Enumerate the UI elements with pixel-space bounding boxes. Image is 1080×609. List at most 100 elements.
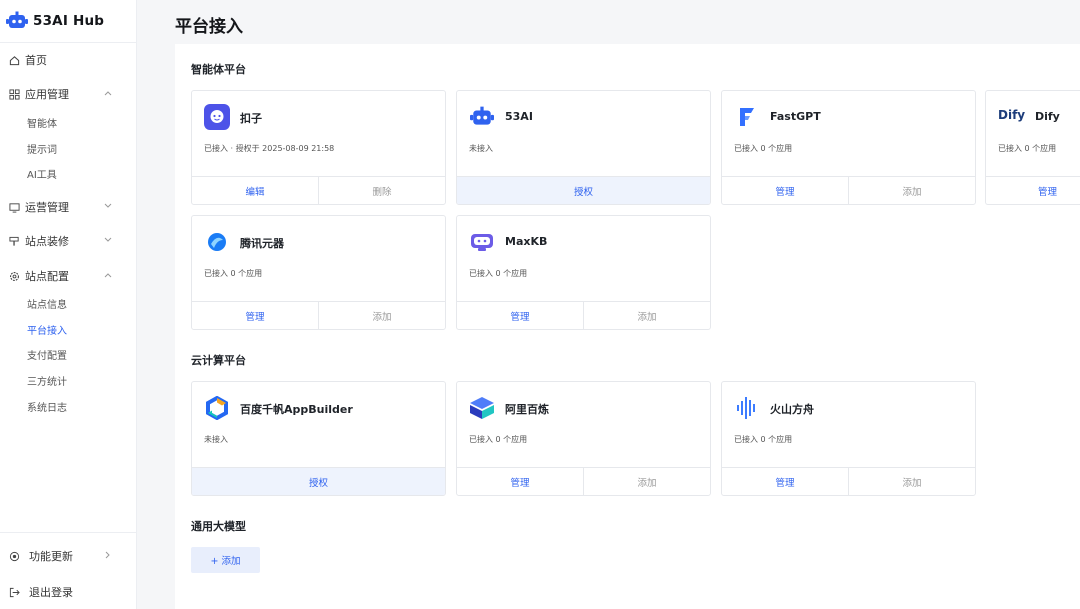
brush-icon	[8, 235, 20, 247]
card-actions: 管理 添加	[457, 301, 710, 329]
nav-sub-payment[interactable]: 支付配置	[27, 348, 67, 366]
platform-status: 已接入 0 个应用	[469, 435, 528, 444]
main-area: 平台接入 智能体平台 扣子 已接入 · 授权于 2025-08-09 21:58…	[137, 0, 1080, 609]
platform-status: 已接入 0 个应用	[734, 144, 793, 153]
grid-icon	[8, 88, 20, 100]
chevron-down-icon	[103, 235, 113, 245]
card-actions: 管理 添加	[192, 301, 445, 329]
monitor-icon	[8, 201, 20, 213]
nav-sub-agent[interactable]: 智能体	[27, 116, 57, 134]
platform-status: 未接入	[469, 144, 493, 153]
manage-button[interactable]: 管理	[192, 302, 318, 329]
nav-site-config-label: 站点配置	[25, 270, 69, 283]
nav-logout[interactable]: 退出登录	[0, 578, 137, 606]
nav-site-decor-label: 站点装修	[25, 235, 69, 248]
tencent-yuanqi-logo-icon	[204, 229, 230, 255]
add-app-button[interactable]: 添加	[318, 302, 445, 329]
platform-card-tencent: 腾讯元器 已接入 0 个应用 管理 添加	[191, 215, 446, 330]
nav-home-label: 首页	[25, 54, 47, 67]
add-llm-button[interactable]: + 添加	[191, 547, 260, 573]
divider	[0, 532, 136, 533]
platform-card-kouzi: 扣子 已接入 · 授权于 2025-08-09 21:58 编辑 删除	[191, 90, 446, 205]
card-actions: 管理 添加	[457, 467, 710, 495]
platform-name: 百度千帆AppBuilder	[240, 403, 353, 416]
home-icon	[8, 54, 20, 66]
baidu-qianfan-logo-icon	[204, 395, 230, 421]
card-actions: 授权	[192, 467, 445, 495]
chevron-up-icon	[103, 88, 113, 98]
card-actions: 管理 添加	[722, 467, 975, 495]
platform-name: 腾讯元器	[240, 237, 284, 250]
platform-status: 已接入 0 个应用	[469, 269, 528, 278]
manage-button[interactable]: 管理	[986, 177, 1080, 204]
add-app-button[interactable]: 添加	[583, 468, 710, 495]
nav-ops-manage[interactable]: 运营管理	[0, 193, 137, 221]
platform-card-aliyun: 阿里百炼 已接入 0 个应用 管理 添加	[456, 381, 711, 496]
robot-53ai-logo-icon	[469, 104, 495, 130]
manage-button[interactable]: 管理	[457, 302, 583, 329]
maxkb-logo-icon	[469, 229, 495, 255]
nav-site-config[interactable]: 站点配置	[0, 262, 137, 290]
platform-card-53ai: 53AI 未接入 授权	[456, 90, 711, 205]
section-title-cloud: 云计算平台	[191, 354, 246, 367]
card-actions: 编辑 删除	[192, 176, 445, 204]
manage-button[interactable]: 管理	[722, 468, 848, 495]
update-icon	[8, 550, 20, 562]
nav-logout-label: 退出登录	[29, 586, 73, 599]
chevron-down-icon	[103, 201, 113, 211]
manage-button[interactable]: 管理	[457, 468, 583, 495]
edit-button[interactable]: 编辑	[192, 177, 318, 204]
platform-status: 未接入	[204, 435, 228, 444]
nav-sub-site-info[interactable]: 站点信息	[27, 297, 67, 315]
dify-logo-icon: Dify	[998, 108, 1026, 122]
app-logo[interactable]: 53AI Hub	[6, 10, 104, 32]
chevron-up-icon	[103, 270, 113, 280]
platform-name: MaxKB	[505, 235, 548, 248]
card-actions: 管理	[986, 176, 1080, 204]
nav-sub-ai-tools[interactable]: AI工具	[27, 167, 57, 185]
aliyun-bailian-logo-icon	[469, 395, 495, 421]
manage-button[interactable]: 管理	[722, 177, 848, 204]
platform-card-dify: Dify Dify 已接入 0 个应用 管理	[985, 90, 1080, 205]
platform-name: 53AI	[505, 110, 533, 123]
nav-site-decor[interactable]: 站点装修	[0, 227, 137, 255]
nav-sub-analytics[interactable]: 三方统计	[27, 374, 67, 392]
authorize-button[interactable]: 授权	[457, 177, 710, 204]
fastgpt-logo-icon	[734, 104, 760, 130]
nav-app-manage-label: 应用管理	[25, 88, 69, 101]
platform-card-volc: 火山方舟 已接入 0 个应用 管理 添加	[721, 381, 976, 496]
platform-status: 已接入 0 个应用	[998, 144, 1057, 153]
platform-status: 已接入 0 个应用	[204, 269, 263, 278]
section-title-llm: 通用大模型	[191, 520, 246, 533]
logout-icon	[8, 586, 20, 598]
nav-sub-system-log[interactable]: 系统日志	[27, 400, 67, 418]
nav-update-label: 功能更新	[29, 550, 73, 563]
chevron-right-icon	[103, 550, 113, 560]
add-app-button[interactable]: 添加	[848, 177, 975, 204]
platform-card-baidu: 百度千帆AppBuilder 未接入 授权	[191, 381, 446, 496]
card-actions: 授权	[457, 176, 710, 204]
platform-status: 已接入 · 授权于 2025-08-09 21:58	[204, 144, 335, 153]
volcano-ark-logo-icon	[734, 395, 760, 421]
robot-logo-icon	[6, 11, 28, 31]
page-title: 平台接入	[175, 17, 243, 37]
card-actions: 管理 添加	[722, 176, 975, 204]
platform-name: 火山方舟	[770, 403, 814, 416]
content-panel: 智能体平台 扣子 已接入 · 授权于 2025-08-09 21:58 编辑 删…	[175, 44, 1080, 609]
sidebar: 53AI Hub 首页 应用管理 智能体 提示词 AI工具 运营管理 站点装修	[0, 0, 137, 609]
add-app-button[interactable]: 添加	[848, 468, 975, 495]
platform-name: Dify	[1035, 110, 1060, 123]
platform-card-fastgpt: FastGPT 已接入 0 个应用 管理 添加	[721, 90, 976, 205]
nav-sub-prompt[interactable]: 提示词	[27, 142, 57, 160]
authorize-button[interactable]: 授权	[192, 468, 445, 495]
nav-home[interactable]: 首页	[0, 46, 137, 74]
nav-update[interactable]: 功能更新	[0, 542, 137, 570]
add-app-button[interactable]: 添加	[583, 302, 710, 329]
delete-button[interactable]: 删除	[318, 177, 445, 204]
divider	[0, 42, 136, 43]
nav-app-manage[interactable]: 应用管理	[0, 80, 137, 108]
platform-status: 已接入 0 个应用	[734, 435, 793, 444]
nav-sub-platform-access[interactable]: 平台接入	[27, 323, 67, 341]
gear-icon	[8, 270, 20, 282]
platform-name: 阿里百炼	[505, 403, 549, 416]
